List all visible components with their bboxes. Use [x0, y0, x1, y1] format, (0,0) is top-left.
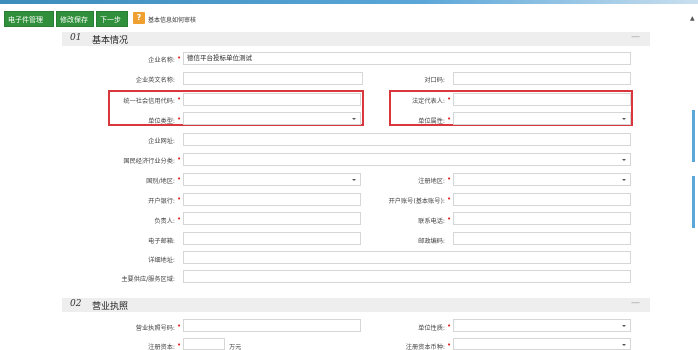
- company-name-label: 企业名称:: [148, 57, 175, 64]
- corner-marker: ▲: [690, 15, 695, 22]
- section-header-basic[interactable]: 01 基本情况 —: [62, 32, 650, 46]
- credit-code-field[interactable]: [183, 93, 361, 106]
- required-mark: •: [447, 175, 452, 183]
- postcode-label: 邮政编码:: [418, 238, 445, 245]
- required-mark: •: [447, 115, 452, 123]
- org-code-label: 对口码:: [424, 77, 445, 84]
- required-mark: •: [177, 95, 182, 103]
- help-link[interactable]: 基本信息如何审核: [148, 15, 196, 24]
- manager-field[interactable]: [183, 212, 361, 225]
- reg-capital-label: 注册资本:: [148, 344, 175, 350]
- reg-area-select[interactable]: [453, 173, 631, 186]
- license-no-field[interactable]: [183, 319, 361, 332]
- credit-code-label: 统一社会信用代码:: [123, 98, 175, 105]
- side-tab-accent[interactable]: [692, 110, 695, 162]
- capital-unit: 万元: [229, 344, 242, 350]
- bank-label: 开户银行:: [148, 198, 175, 205]
- license-no-label: 营业执照号码:: [135, 325, 175, 332]
- section-header-license[interactable]: 02 营业执照 —: [62, 298, 650, 312]
- section-number: 02: [70, 299, 82, 309]
- required-mark: •: [447, 95, 452, 103]
- save-changes-button[interactable]: 修改保存: [56, 11, 94, 27]
- required-mark: •: [177, 54, 182, 62]
- country-select[interactable]: [183, 173, 361, 186]
- postcode-field[interactable]: [453, 232, 631, 245]
- manager-label: 负责人:: [154, 218, 175, 225]
- unit-attr-select[interactable]: [453, 112, 631, 125]
- collapse-icon[interactable]: —: [631, 298, 640, 308]
- account-field[interactable]: [453, 193, 631, 206]
- service-area-label: 主要供应/服务区域:: [121, 276, 175, 283]
- email-field[interactable]: [183, 232, 361, 245]
- address-label: 详细地址:: [148, 257, 175, 264]
- e-file-manage-button[interactable]: 电子件管理: [4, 11, 54, 27]
- company-en-label: 企业英文名称:: [135, 77, 175, 84]
- required-mark: •: [447, 322, 452, 330]
- required-mark: •: [447, 341, 452, 349]
- legal-rep-label: 法定代表人:: [411, 98, 445, 105]
- collapse-icon[interactable]: —: [631, 32, 640, 42]
- phone-label: 联系电话:: [418, 218, 445, 225]
- required-mark: •: [177, 115, 182, 123]
- address-field[interactable]: [183, 251, 631, 264]
- toolbar: 电子件管理 修改保存 下一步 ? 基本信息如何审核 ▲: [0, 4, 698, 30]
- required-mark: •: [177, 155, 182, 163]
- service-area-field[interactable]: [183, 270, 631, 283]
- section-title: 营业执照: [92, 302, 129, 312]
- reg-capital-field[interactable]: [183, 338, 225, 350]
- website-field[interactable]: [183, 133, 631, 146]
- industry-label: 国民经济行业分类:: [123, 158, 175, 165]
- unit-nature-label: 单位性质:: [418, 325, 445, 332]
- question-icon[interactable]: ?: [133, 12, 145, 24]
- required-mark: •: [177, 175, 182, 183]
- company-name-field[interactable]: 德信平台投标单位测试: [183, 52, 631, 65]
- required-mark: •: [447, 215, 452, 223]
- bank-field[interactable]: [183, 193, 361, 206]
- side-tab-accent[interactable]: [692, 176, 695, 228]
- unit-nature-select[interactable]: [453, 319, 631, 332]
- required-mark: •: [447, 195, 452, 203]
- required-mark: •: [177, 215, 182, 223]
- section-title: 基本情况: [92, 36, 129, 46]
- country-label: 国别/地区:: [146, 178, 175, 185]
- account-label: 开户账号(基本账号):: [388, 198, 445, 205]
- next-step-button[interactable]: 下一步: [96, 11, 128, 27]
- industry-select[interactable]: [183, 153, 631, 166]
- unit-type-select[interactable]: [183, 112, 361, 125]
- required-mark: •: [177, 322, 182, 330]
- website-label: 企业网址:: [148, 138, 175, 145]
- company-en-field[interactable]: [183, 72, 363, 85]
- capital-currency-label: 注册资本币种:: [405, 344, 445, 350]
- capital-currency-select[interactable]: [453, 338, 631, 350]
- required-mark: •: [177, 341, 182, 349]
- phone-field[interactable]: [453, 212, 631, 225]
- required-mark: •: [177, 195, 182, 203]
- unit-type-label: 单位类型:: [148, 118, 175, 125]
- reg-area-label: 注册地区:: [418, 178, 445, 185]
- section-number: 01: [70, 33, 82, 43]
- org-code-field[interactable]: [453, 72, 631, 85]
- email-label: 电子邮箱:: [148, 238, 175, 245]
- unit-attr-label: 单位属性:: [418, 118, 445, 125]
- legal-rep-field[interactable]: [453, 93, 631, 106]
